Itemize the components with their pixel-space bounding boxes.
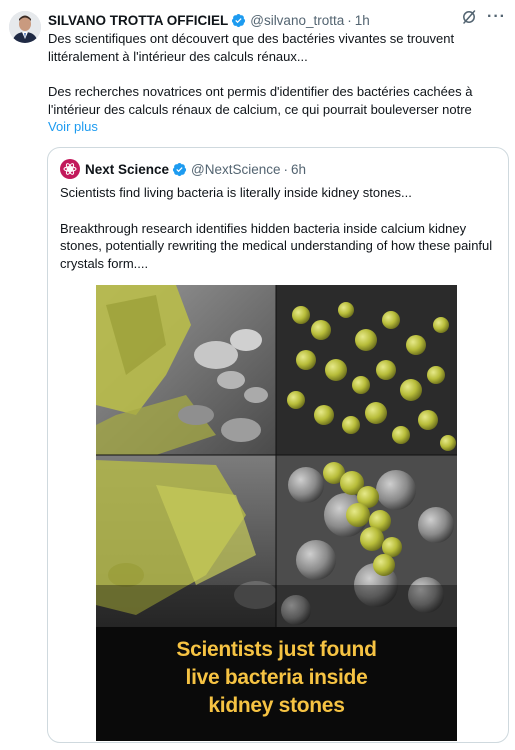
author-handle[interactable]: @silvano_trotta [250, 13, 344, 28]
tweet[interactable]: SILVANO TROTTA OFFICIEL @silvano_trotta … [0, 0, 515, 750]
quoted-tweet[interactable]: Next Science @NextScience · 6h Scientist… [47, 147, 509, 743]
more-icon[interactable]: ··· [487, 9, 506, 25]
tweet-paragraph-1: Des scientifiques ont découvert que des … [48, 31, 455, 64]
quoted-timestamp[interactable]: 6h [291, 162, 306, 177]
avatar[interactable] [9, 11, 41, 43]
quoted-avatar[interactable] [60, 159, 80, 179]
media-caption-line-3: kidney stones [208, 694, 345, 717]
separator-dot: · [283, 161, 289, 177]
separator-dot: · [347, 12, 352, 28]
grok-icon[interactable] [461, 9, 477, 25]
tweet-paragraph-2: Des recherches novatrices ont permis d'i… [48, 84, 473, 117]
tweet-header: SILVANO TROTTA OFFICIEL @silvano_trotta … [48, 11, 370, 29]
quoted-tweet-text: Scientists find living bacteria is liter… [60, 184, 498, 272]
media-caption-line-1: Scientists just found [176, 638, 377, 661]
media-caption-line-2: live bacteria inside [185, 666, 368, 689]
microscopy-collage [96, 285, 457, 627]
quoted-media-image[interactable]: Scientists just found live bacteria insi… [96, 285, 457, 741]
quoted-tweet-header: Next Science @NextScience · 6h [60, 159, 306, 179]
quoted-paragraph-1: Scientists find living bacteria is liter… [60, 185, 412, 200]
quoted-paragraph-2: Breakthrough research identifies hidden … [60, 220, 493, 271]
verified-badge-icon [172, 162, 187, 177]
verified-badge-icon [231, 13, 246, 28]
header-actions: ··· [461, 9, 506, 25]
author-name[interactable]: SILVANO TROTTA OFFICIEL [48, 13, 228, 28]
show-more-link[interactable]: Voir plus [48, 118, 98, 135]
timestamp[interactable]: 1h [355, 13, 370, 28]
quoted-author-handle[interactable]: @NextScience [191, 162, 281, 177]
tweet-text: Des scientifiques ont découvert que des … [48, 30, 504, 136]
quoted-author-name[interactable]: Next Science [85, 162, 169, 177]
